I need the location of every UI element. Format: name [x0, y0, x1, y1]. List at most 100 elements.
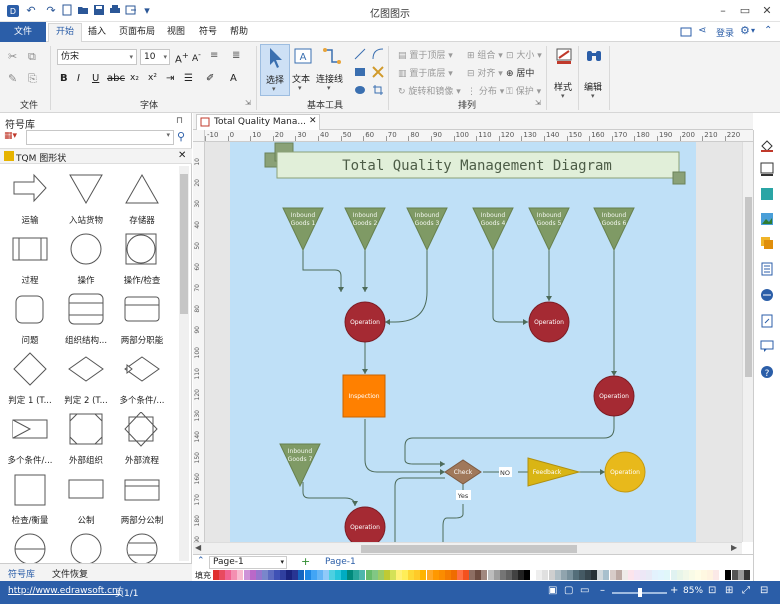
color-swatch[interactable]: [737, 570, 744, 580]
color-swatch[interactable]: [255, 570, 262, 580]
group-button[interactable]: ⊞ 组合 ▾: [467, 48, 503, 61]
attachment-icon[interactable]: [760, 314, 774, 331]
color-swatch[interactable]: [621, 570, 628, 580]
color-swatch[interactable]: [627, 570, 634, 580]
color-swatch[interactable]: [225, 570, 232, 580]
color-swatch[interactable]: [450, 570, 457, 580]
line-style-icon[interactable]: [760, 162, 774, 179]
minimize-icon[interactable]: –: [712, 2, 734, 20]
library-shape[interactable]: 过程: [4, 228, 56, 288]
color-swatch[interactable]: [377, 570, 384, 580]
scroll-thumb[interactable]: [180, 174, 188, 314]
color-swatch[interactable]: [694, 570, 701, 580]
font-size-select[interactable]: 10 ▾: [140, 49, 170, 65]
help-icon[interactable]: ?: [760, 365, 774, 382]
fit-view-icon[interactable]: ▢: [564, 585, 573, 596]
color-swatch[interactable]: [213, 570, 219, 580]
color-swatch[interactable]: [487, 570, 494, 580]
color-swatch[interactable]: [341, 570, 348, 580]
screen-icon[interactable]: [680, 26, 692, 38]
curve-icon[interactable]: [372, 48, 384, 63]
tab-view[interactable]: 视图: [167, 25, 185, 41]
library-menu-icon[interactable]: ▦▾: [4, 131, 24, 145]
color-swatch[interactable]: [548, 570, 555, 580]
paste-icon[interactable]: ⎘: [28, 72, 40, 85]
page-properties-icon[interactable]: [760, 262, 774, 279]
library-shape[interactable]: 判定 1 (T...: [4, 348, 56, 408]
color-swatch[interactable]: [463, 570, 470, 580]
canvas-area[interactable]: Total Quality Management Diagram Inbound G…: [205, 142, 742, 542]
scroll-left-icon[interactable]: ◀: [195, 543, 201, 552]
color-swatch[interactable]: [280, 570, 287, 580]
library-shape[interactable]: 外部组织: [60, 408, 112, 468]
close-icon[interactable]: ✕: [756, 2, 778, 20]
color-swatch[interactable]: [633, 570, 640, 580]
color-swatch[interactable]: [640, 570, 646, 580]
library-shape[interactable]: 检查/衡量: [4, 468, 56, 528]
color-swatch[interactable]: [347, 570, 354, 580]
library-shape[interactable]: 公制: [60, 468, 112, 528]
color-swatch[interactable]: [420, 570, 427, 580]
zoom-slider-handle[interactable]: [638, 588, 642, 597]
cross-icon[interactable]: [372, 66, 384, 81]
rectangle-icon[interactable]: [354, 66, 366, 81]
search-icon[interactable]: ⚲: [177, 130, 185, 143]
color-swatch[interactable]: [371, 570, 378, 580]
library-shape[interactable]: [60, 528, 112, 566]
color-swatch[interactable]: [713, 570, 720, 580]
color-swatch[interactable]: [353, 570, 360, 580]
color-swatch[interactable]: [444, 570, 451, 580]
color-swatch[interactable]: [469, 570, 476, 580]
color-swatch[interactable]: [682, 570, 689, 580]
format-painter-icon[interactable]: ✎: [8, 72, 20, 85]
strikethrough-icon[interactable]: abc: [107, 73, 125, 84]
library-shape[interactable]: 外部流程: [116, 408, 168, 468]
color-swatch[interactable]: [328, 570, 335, 580]
color-swatch[interactable]: [267, 570, 274, 580]
settings-icon[interactable]: ⚙: [740, 24, 750, 37]
color-swatch[interactable]: [322, 570, 329, 580]
library-shape[interactable]: 问题: [4, 288, 56, 348]
library-shape[interactable]: 入站货物: [60, 168, 112, 228]
underline-icon[interactable]: U: [92, 73, 99, 84]
color-swatch[interactable]: [426, 570, 433, 580]
library-shape[interactable]: 多个条件/...: [4, 408, 56, 468]
search-input[interactable]: ▾: [26, 130, 174, 145]
close-icon[interactable]: ✕: [178, 150, 186, 161]
login-link[interactable]: 登录: [716, 26, 734, 39]
fit-width-icon[interactable]: ⊞: [725, 585, 733, 596]
color-swatch[interactable]: [731, 570, 738, 580]
color-swatch[interactable]: [316, 570, 323, 580]
zoom-out-icon[interactable]: –: [600, 585, 605, 596]
color-swatch[interactable]: [396, 570, 402, 580]
color-swatch[interactable]: [585, 570, 592, 580]
color-swatch[interactable]: [359, 570, 366, 580]
fit-page-icon[interactable]: ⊡: [708, 585, 716, 596]
scroll-thumb[interactable]: [745, 197, 752, 377]
color-swatch[interactable]: [298, 570, 305, 580]
color-swatch[interactable]: [518, 570, 524, 580]
library-shape[interactable]: 多个条件/...: [116, 348, 168, 408]
color-swatch[interactable]: [249, 570, 256, 580]
protect-button[interactable]: ⚿ 保护 ▾: [506, 84, 541, 97]
library-shape[interactable]: 运输: [4, 168, 56, 228]
line-icon[interactable]: [354, 48, 366, 63]
color-swatch[interactable]: [383, 570, 390, 580]
font-dialog-icon[interactable]: ⇲: [245, 99, 251, 107]
shadow-icon[interactable]: [760, 187, 774, 204]
crop-icon[interactable]: [372, 84, 384, 99]
shrink-font-icon[interactable]: A-: [192, 50, 201, 64]
library-shape[interactable]: 两部分公制: [116, 468, 168, 528]
hyperlink-icon[interactable]: [760, 288, 774, 305]
color-swatch[interactable]: [493, 570, 500, 580]
library-shape[interactable]: [4, 528, 56, 566]
indent-icon[interactable]: ⇥: [166, 73, 174, 84]
collapse-ribbon-icon[interactable]: ⌃: [764, 25, 772, 36]
font-name-select[interactable]: 仿宋 ▾: [57, 49, 137, 65]
color-swatch[interactable]: [530, 570, 537, 580]
color-swatch[interactable]: [554, 570, 561, 580]
style-button[interactable]: 样式 ▾: [552, 44, 576, 104]
color-swatch[interactable]: [432, 570, 439, 580]
align-button[interactable]: ⊟ 对齐 ▾: [467, 66, 503, 79]
color-swatch[interactable]: [743, 570, 750, 580]
